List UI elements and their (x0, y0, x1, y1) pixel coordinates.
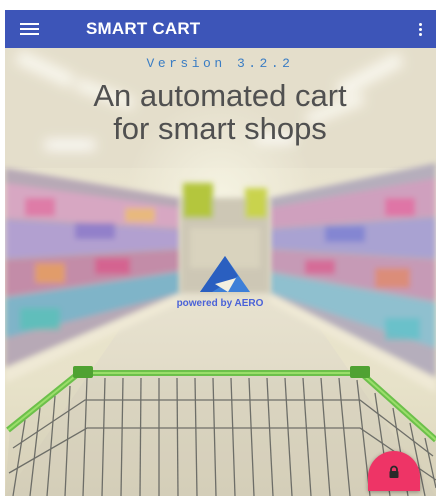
powered-by-label: powered by AERO (176, 298, 264, 309)
headline-line-2: for smart shops (113, 111, 327, 146)
headline-line-1: An automated cart (93, 78, 347, 113)
aero-logo-icon (198, 254, 252, 294)
app-title: SMART CART (86, 19, 201, 38)
splash-screen: SMART CART Version 3.2.2 An automated ca… (0, 0, 440, 496)
lock-icon (389, 465, 399, 478)
app-bar: SMART CART (5, 10, 436, 48)
version-label: Version 3.2.2 (146, 56, 294, 71)
more-vert-icon[interactable] (410, 10, 430, 48)
hamburger-menu-icon[interactable] (5, 10, 53, 48)
